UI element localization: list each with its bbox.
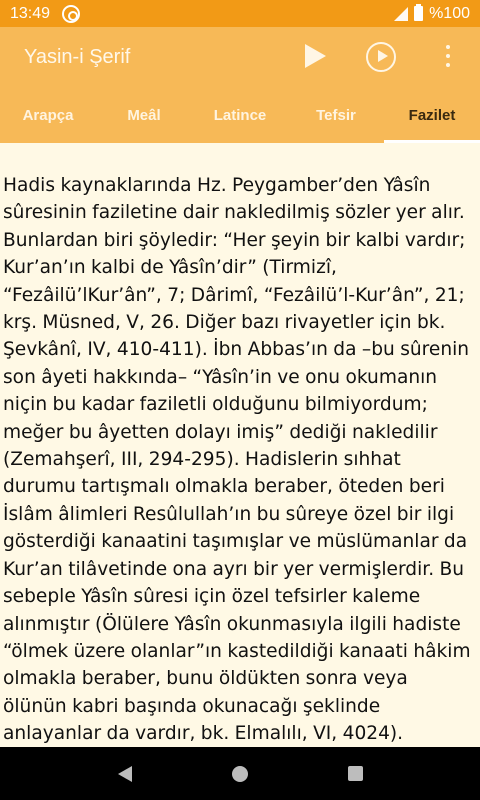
navigation-bar: [0, 747, 480, 800]
home-icon[interactable]: [231, 765, 248, 782]
status-right: %100: [394, 4, 470, 23]
tab-meal[interactable]: Meâl: [96, 88, 192, 143]
tab-fazilet[interactable]: Fazilet: [384, 88, 480, 143]
tab-tefsir[interactable]: Tefsir: [288, 88, 384, 143]
play-circle-icon[interactable]: [366, 42, 396, 72]
tab-arapca[interactable]: Arapça: [0, 88, 96, 143]
fazilet-text: Hadis kaynaklarında Hz. Peygamber’den Yâ…: [3, 175, 471, 745]
status-time: 13:49: [10, 4, 51, 22]
signal-icon: [394, 6, 409, 21]
tab-latince[interactable]: Latince: [192, 88, 288, 143]
play-icon[interactable]: [305, 44, 326, 68]
content-scroll-area[interactable]: Hadis kaynaklarında Hz. Peygamber’den Yâ…: [0, 143, 480, 747]
more-icon[interactable]: [445, 45, 450, 69]
app-bar: Yasin-i Şerif: [0, 27, 480, 88]
recent-apps-icon[interactable]: [347, 766, 363, 781]
app-title: Yasin-i Şerif: [24, 46, 131, 68]
at-icon: [62, 4, 81, 23]
battery-icon: [414, 4, 424, 21]
tab-bar: Arapça Meâl Latince Tefsir Fazilet: [0, 88, 480, 143]
battery-percent: %100: [429, 4, 470, 22]
back-icon[interactable]: [117, 765, 132, 782]
status-bar: 13:49 %100: [0, 0, 480, 27]
